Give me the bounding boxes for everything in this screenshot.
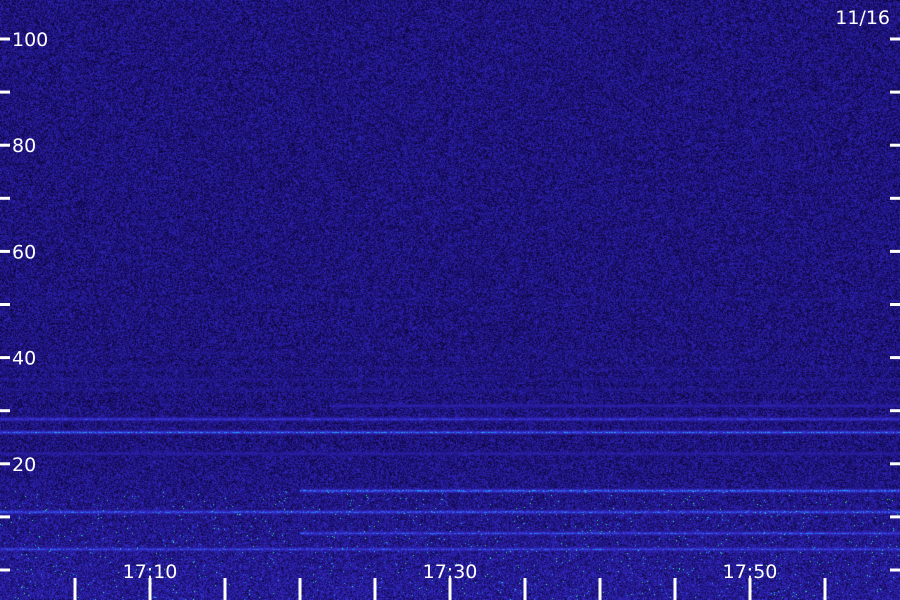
x-tick-label-1730: 17:30	[423, 561, 478, 583]
date-label: 11/16	[835, 7, 890, 29]
y-tick-label-100: 100	[12, 29, 48, 51]
y-tick-label-20: 20	[12, 454, 36, 476]
x-tick-label-1710: 17:10	[123, 561, 178, 583]
y-tick-label-60: 60	[12, 241, 36, 263]
spectrogram-panel: 11/16 20 40 60 80 100 17:10 17:30 17:50	[0, 0, 900, 600]
spectrogram-axes: 11/16 20 40 60 80 100 17:10 17:30 17:50	[0, 7, 900, 600]
y-tick-label-80: 80	[12, 135, 36, 157]
x-tick-label-1750: 17:50	[723, 561, 778, 583]
y-tick-label-40: 40	[12, 348, 36, 370]
